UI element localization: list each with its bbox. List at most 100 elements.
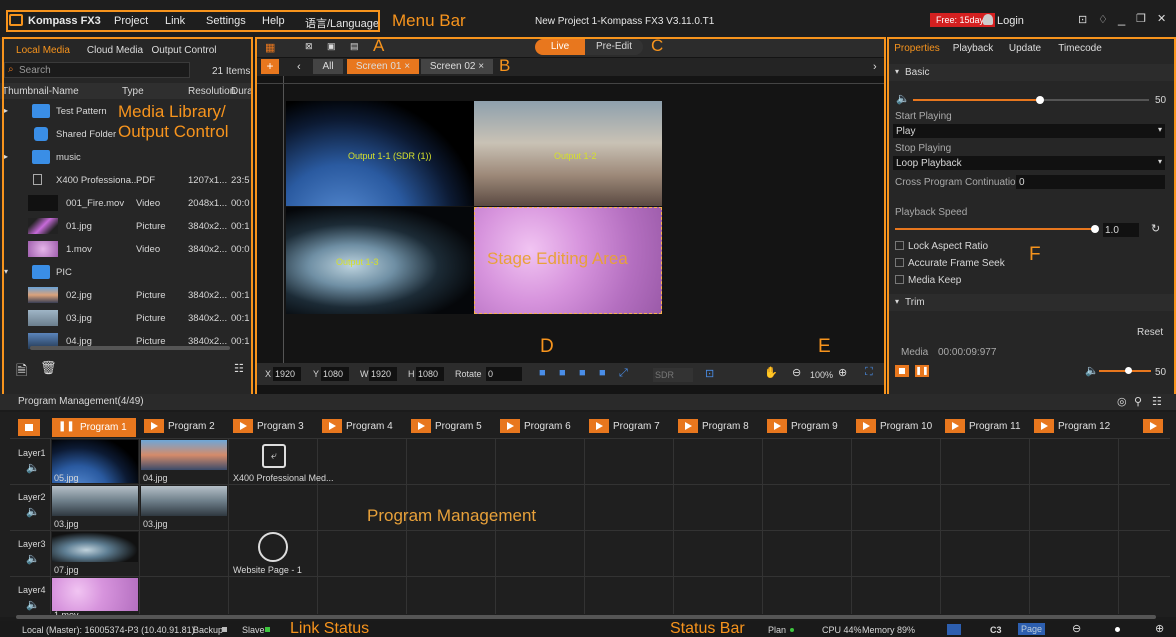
cell-label: 07.jpg xyxy=(54,565,79,575)
program-tab[interactable]: Program 3 xyxy=(233,419,304,437)
properties-panel: Properties Playback Update Timecode ▾ Ba… xyxy=(887,37,1176,408)
program-scrollbar[interactable] xyxy=(16,615,1156,619)
pause-icon: ❚❚ xyxy=(58,421,75,432)
program-tab[interactable]: Program 9 xyxy=(767,419,838,437)
cell-label: 05.jpg xyxy=(54,473,79,483)
globe-icon xyxy=(258,532,288,562)
calendar-icon[interactable] xyxy=(947,624,961,635)
backup-status: Backup xyxy=(193,625,224,635)
grid-column-line xyxy=(940,438,941,614)
program-management-title: Program Management(4/49) xyxy=(18,396,144,407)
speaker-icon[interactable]: 🔈 xyxy=(26,598,40,611)
media-library-panel: Local Media Cloud Media Output Control ⌕… xyxy=(0,37,253,408)
grid-row-line xyxy=(10,530,1170,531)
play-icon xyxy=(1143,419,1163,433)
play-icon xyxy=(678,419,698,433)
page-button[interactable]: Page xyxy=(1018,623,1046,635)
cell-label: Website Page - 1 xyxy=(233,565,302,575)
menu-bar-annotation: Menu Bar xyxy=(392,11,466,30)
slave-status: Slave xyxy=(242,625,265,635)
program-management-annotation: Program Management xyxy=(367,506,537,525)
restore-icon[interactable]: ❐ xyxy=(1136,12,1146,25)
close-icon[interactable]: ✕ xyxy=(1157,12,1166,25)
program-tab[interactable]: Program 8 xyxy=(678,419,749,437)
zoom-in-icon[interactable]: ⊕ xyxy=(1155,622,1164,635)
grid-row-line xyxy=(10,484,1170,485)
cell-label: 03.jpg xyxy=(143,519,168,529)
window-title: New Project 1-Kompass FX3 V3.11.0.T1 xyxy=(535,16,715,27)
program-tab-label: Program 11 xyxy=(969,420,1021,432)
play-icon xyxy=(411,419,431,433)
play-icon xyxy=(144,419,164,433)
minimize-icon[interactable]: _ xyxy=(1118,11,1125,26)
program-tab-label: Program 8 xyxy=(702,420,749,432)
plan-status: Plan xyxy=(768,625,787,635)
program-tab[interactable]: Program 10 xyxy=(856,419,932,437)
menu-bar: Kompass FX3 Project Link Settings Help 语… xyxy=(0,0,1176,38)
layer-4-label: Layer4 xyxy=(18,585,46,595)
backup-indicator xyxy=(222,627,227,632)
program-tab[interactable]: Program 6 xyxy=(500,419,571,437)
status-bar: Local (Master): 16005374-P3 (10.40.91.81… xyxy=(0,621,1176,637)
grid-column-line xyxy=(228,438,229,614)
target-icon[interactable]: ◎ xyxy=(1117,395,1127,408)
grid-column-line xyxy=(584,438,585,614)
stage-panel: ▦ ⊠ ▣ ▤ A Live Pre-Edit C + ‹ All Screen… xyxy=(255,36,886,408)
location-icon[interactable]: ⚲ xyxy=(1134,395,1142,408)
grid-column-line xyxy=(851,438,852,614)
cell-thumbnail[interactable] xyxy=(141,486,227,516)
program-tab-label: Program 2 xyxy=(168,420,215,432)
cell-label: X400 Professional Med... xyxy=(233,473,334,483)
properties-highlight xyxy=(887,37,1176,408)
play-icon xyxy=(856,419,876,433)
lock-icon[interactable]: ⊡ xyxy=(1078,13,1087,26)
play-icon xyxy=(767,419,787,433)
cell-thumbnail[interactable] xyxy=(52,532,138,562)
speaker-icon[interactable]: 🔈 xyxy=(26,552,40,565)
cell-thumbnail[interactable] xyxy=(52,486,138,516)
cell-thumbnail[interactable] xyxy=(52,578,138,611)
list-icon[interactable]: ☷ xyxy=(1152,395,1162,408)
speaker-icon[interactable]: 🔈 xyxy=(26,505,40,518)
stage-highlight xyxy=(255,37,886,408)
grid-column-line xyxy=(406,438,407,614)
cell-thumbnail[interactable] xyxy=(141,440,227,470)
user-icon xyxy=(983,14,993,25)
slave-indicator xyxy=(265,627,270,632)
grid-column-line xyxy=(317,438,318,614)
speaker-icon[interactable]: 🔈 xyxy=(26,461,40,474)
program-tab[interactable]: Program 5 xyxy=(411,419,482,437)
cpu-usage: CPU 44% xyxy=(822,625,862,635)
program-tab[interactable]: Program 2 xyxy=(144,419,215,437)
play-icon xyxy=(945,419,965,433)
play-icon xyxy=(500,419,520,433)
bell-icon[interactable]: ♢ xyxy=(1098,13,1108,26)
grid-row-line xyxy=(10,438,1170,439)
program-tab[interactable]: Program 12 xyxy=(1034,419,1110,437)
grid-column-line xyxy=(495,438,496,614)
program-tab-overflow[interactable] xyxy=(1143,419,1167,437)
link-status-annotation: Link Status xyxy=(290,620,370,637)
layer-2-label: Layer2 xyxy=(18,492,46,502)
pdf-icon: ⤶ xyxy=(262,444,286,468)
grid-column-line xyxy=(139,438,140,614)
zoom-out-icon[interactable]: ⊖ xyxy=(1072,622,1081,635)
zoom-slider-handle[interactable] xyxy=(1115,627,1120,632)
media-library-highlight xyxy=(2,37,253,408)
login-button[interactable]: Login xyxy=(997,15,1024,27)
program-tab[interactable]: Program 11 xyxy=(945,419,1021,437)
layer-3-label: Layer3 xyxy=(18,539,46,549)
cell-label: 04.jpg xyxy=(143,473,168,483)
program-tab-label: Program 7 xyxy=(613,420,660,432)
menu-bar-highlight xyxy=(6,10,380,32)
cell-label: 03.jpg xyxy=(54,519,79,529)
program-1-label: Program 1 xyxy=(80,422,127,433)
c3-indicator: C3 xyxy=(990,625,1002,635)
program-tab-label: Program 6 xyxy=(524,420,571,432)
program-1-tab[interactable]: ❚❚ Program 1 xyxy=(52,418,136,437)
grid-column-line xyxy=(762,438,763,614)
program-tab[interactable]: Program 7 xyxy=(589,419,660,437)
stop-all-button[interactable] xyxy=(18,419,40,436)
program-tab[interactable]: Program 4 xyxy=(322,419,393,437)
program-tab-label: Program 3 xyxy=(257,420,304,432)
